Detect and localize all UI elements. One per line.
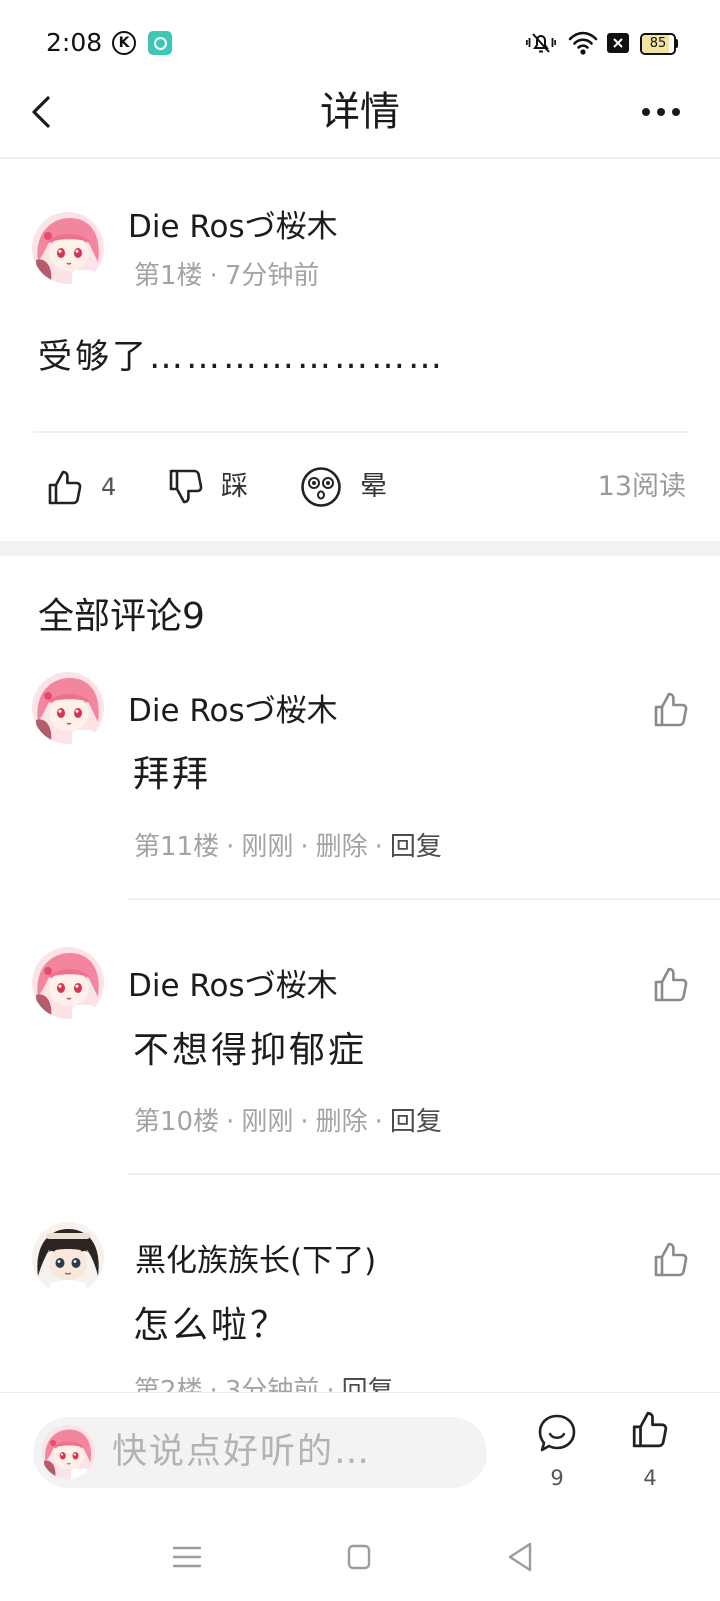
meta-separator: · [226,1107,235,1137]
avatar[interactable] [32,672,104,744]
comment-text: 怎么啦？ [133,1305,290,1346]
dizzy-face-icon[interactable] [300,466,342,508]
app-notification-icon [148,31,172,55]
comment-divider [128,1173,720,1175]
meta-separator: · [226,832,235,862]
meta-separator: · [374,832,383,862]
delete-link[interactable]: 删除 [316,1105,368,1139]
comment-time: 刚刚 [241,1107,294,1137]
post-author[interactable]: Die Rosづ桜木 [128,207,338,247]
back-triangle-icon[interactable] [507,1542,533,1572]
menu-icon[interactable] [172,1545,202,1569]
status-time: 2:08 [46,28,103,57]
wifi-icon [568,31,598,55]
section-band [0,541,720,556]
comment-author[interactable]: Die Rosづ桜木 [128,691,338,731]
post-content: 受够了…………………… [38,337,445,377]
post-like-count: 4 [101,473,117,501]
dislike-label[interactable]: 踩 [221,470,248,504]
delete-link[interactable]: 删除 [316,830,368,864]
comment-author[interactable]: 黑化族族长(下了) [135,1241,376,1281]
comment-floor: 第10楼 [134,1107,220,1137]
battery-icon: 85 [640,33,676,55]
comment-author[interactable]: Die Rosづ桜木 [128,966,338,1006]
bottom-bar: 快说点好听的… 9 4 [0,1392,720,1601]
meta-separator: · [300,1107,309,1137]
reply-link[interactable]: 回复 [390,830,442,864]
comment-meta: 第10楼 · 刚刚 · 删除 · 回复 [134,1105,442,1139]
comment-meta: 第11楼 · 刚刚 · 删除 · 回复 [134,830,442,864]
comment-floor: 第11楼 [134,832,220,862]
avatar[interactable] [32,1222,104,1294]
thumbs-up-icon[interactable] [631,1409,669,1449]
comment-count: 9 [550,1466,564,1490]
avatar[interactable] [32,212,104,284]
read-count: 13阅读 [597,471,686,502]
comment-divider [128,898,720,900]
comment-like-icon[interactable] [653,1240,689,1278]
post-divider [33,431,688,433]
dizzy-label[interactable]: 晕 [360,470,387,504]
meta-separator: · [300,832,309,862]
sim-icon [607,33,629,53]
meta-separator: · [374,1107,383,1137]
comment-like-icon[interactable] [653,690,689,728]
avatar[interactable] [32,947,104,1019]
comment-input-placeholder[interactable]: 快说点好听的… [112,1429,371,1475]
home-square-icon[interactable] [347,1544,371,1570]
comment-like-icon[interactable] [653,965,689,1003]
thumbs-up-icon[interactable] [47,468,83,506]
battery-cap [675,39,678,48]
thumbs-down-icon[interactable] [168,468,204,506]
vibrate-off-icon [526,33,556,53]
header-divider [0,157,720,159]
post-meta: 第1楼 · 7分钟前 [134,259,319,293]
meta-separator: · [209,261,218,291]
post-floor: 第1楼 [134,261,203,291]
battery-level: 85 [649,36,667,51]
more-icon[interactable] [640,104,682,120]
comments-header: 全部评论9 [38,596,205,637]
comment-text: 不想得抑郁症 [133,1030,368,1071]
avatar [41,1425,95,1479]
k-app-icon: K [112,31,136,55]
page-title: 详情 [320,89,400,135]
comment-bubble-icon[interactable] [537,1413,577,1455]
like-count: 4 [643,1466,657,1490]
comment-text: 拜拜 [133,754,212,795]
post-time: 7分钟前 [224,261,320,291]
reply-link[interactable]: 回复 [390,1105,442,1139]
comment-time: 刚刚 [241,832,294,862]
